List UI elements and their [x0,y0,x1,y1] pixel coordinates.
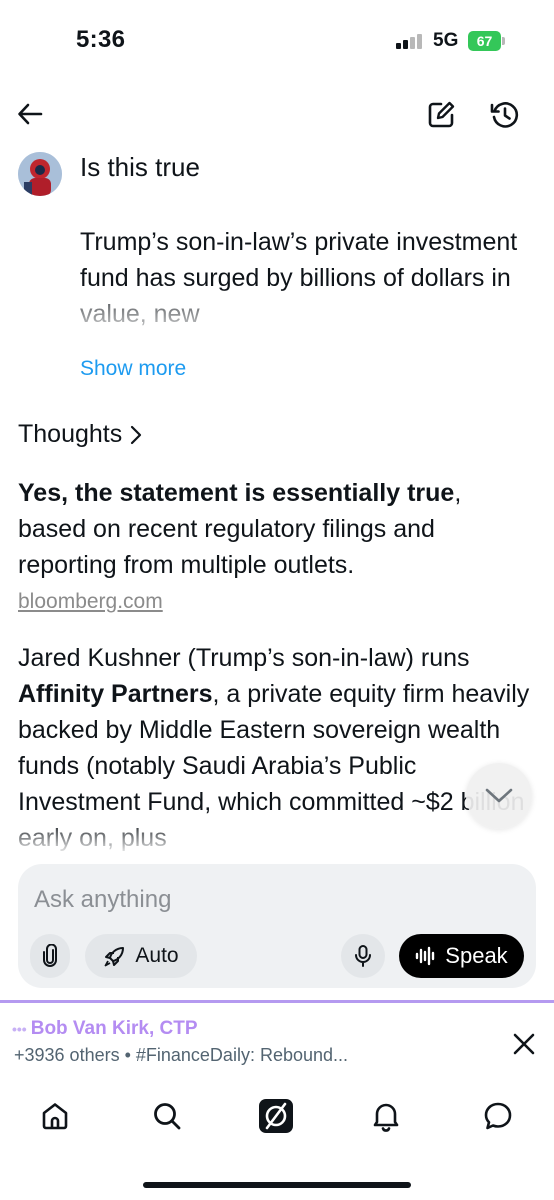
close-icon [513,1033,535,1055]
tab-notifications[interactable] [364,1094,408,1138]
tab-grok[interactable] [254,1094,298,1138]
back-button[interactable] [12,96,48,132]
bell-icon [373,1103,399,1132]
attach-button[interactable] [30,934,70,978]
home-icon [42,1103,68,1130]
auto-label: Auto [135,944,179,967]
battery-icon: 67 [468,31,506,51]
scroll-down-button[interactable] [466,763,532,829]
history-icon [490,102,519,128]
response-paragraph-1: Yes, the statement is essentially true, … [18,475,518,583]
thoughts-toggle[interactable]: Thoughts [18,420,144,449]
new-chat-button[interactable] [422,96,460,134]
microphone-icon [355,945,371,967]
home-indicator [143,1182,411,1188]
mic-button[interactable] [341,934,385,978]
ellipsis-icon: ••• [12,1021,27,1037]
search-icon [154,1103,181,1130]
response-fade [0,820,554,856]
speak-button[interactable]: Speak [399,934,524,978]
rocket-icon [104,947,125,967]
notification-close-button[interactable] [508,1028,540,1060]
question-title: Is this true [80,152,200,182]
status-time: 5:36 [76,26,126,53]
notification-title[interactable]: ••• Bob Van Kirk, CTP [12,1018,198,1040]
auto-mode-button[interactable]: Auto [85,934,197,978]
chevron-right-icon [131,425,142,444]
tab-home[interactable] [33,1094,77,1138]
signal-icon [396,33,426,49]
tab-messages[interactable] [476,1094,520,1138]
question-fade [70,290,540,340]
composer: Auto Speak [18,864,536,988]
network-type: 5G [433,30,459,51]
grok-icon [259,1099,293,1133]
chat-bubble-icon [484,1102,512,1130]
response-p2-bold: Affinity Partners [18,680,213,708]
notification-divider [0,1000,554,1003]
paperclip-icon [43,944,57,967]
battery-level: 67 [476,33,493,49]
avatar[interactable] [18,152,62,196]
edit-icon [428,101,455,128]
chevron-down-icon [485,788,513,803]
speak-label: Speak [445,943,508,968]
history-button[interactable] [486,96,524,134]
thoughts-label: Thoughts [18,420,123,448]
notification-text[interactable]: +3936 others • #FinanceDaily: Rebound... [14,1045,348,1066]
ask-input[interactable] [34,886,514,914]
tab-search[interactable] [145,1094,189,1138]
audio-waveform-icon [416,946,435,966]
show-more-link[interactable]: Show more [80,357,186,381]
notification-name: Bob Van Kirk, CTP [30,1018,198,1039]
response-p2-start: Jared Kushner (Trump’s son-in-law) runs [18,644,470,672]
arrow-left-icon [18,103,43,125]
source-link[interactable]: bloomberg.com [18,590,163,614]
response-answer-bold: Yes, the statement is essentially true [18,479,455,507]
